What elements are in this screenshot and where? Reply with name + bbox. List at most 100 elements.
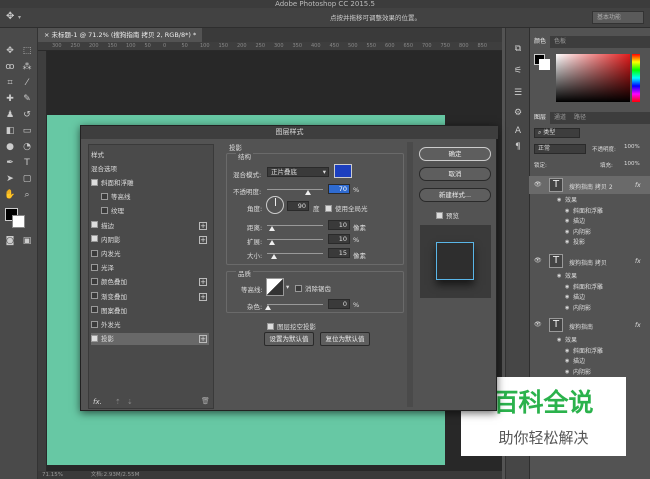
adjustments-icon[interactable]: ⚙ [511, 106, 525, 120]
noise-input[interactable]: 0 [328, 299, 350, 309]
style-checkbox[interactable] [91, 320, 98, 328]
eye-icon[interactable]: ◉ [565, 346, 569, 357]
noise-slider-handle[interactable] [265, 305, 271, 310]
layer-effect-row[interactable]: ◉ 效果 [529, 335, 650, 346]
style-checkbox[interactable] [101, 192, 108, 200]
crop-icon[interactable]: ⌗ [3, 76, 17, 90]
eye-icon[interactable]: ◉ [565, 303, 569, 314]
layer-effect-row[interactable]: ◉ 效果 [529, 271, 650, 282]
workspace-select[interactable]: 基本功能 [592, 11, 644, 24]
size-input[interactable]: 15 [328, 248, 350, 258]
style-checkbox[interactable] [91, 292, 98, 300]
tab-swatches[interactable]: 色板 [550, 36, 570, 48]
magic-wand-icon[interactable]: ⁂ [20, 60, 34, 74]
layer-effect-row[interactable]: ◉ 斜面和浮雕 [529, 346, 650, 357]
background-color[interactable] [12, 215, 25, 228]
blur-icon[interactable]: ● [3, 140, 17, 154]
layer-kind-filter[interactable]: ⌕ 类型 [534, 128, 580, 138]
eye-icon[interactable]: ◉ [565, 216, 569, 227]
gradient-icon[interactable]: ▭ [20, 124, 34, 138]
fill-value[interactable]: 100% [624, 161, 640, 167]
reset-default-button[interactable]: 复位为默认值 [320, 332, 370, 346]
style-checkbox[interactable] [101, 206, 108, 214]
fx-icon[interactable]: fx [635, 258, 641, 265]
style-checkbox[interactable] [91, 178, 98, 186]
fx-icon[interactable]: fx [635, 182, 641, 189]
style-checkbox[interactable] [91, 334, 98, 342]
layer-effect-row[interactable]: ◉ 描边 [529, 216, 650, 227]
tab-channels[interactable]: 通道 [550, 112, 570, 124]
style-item[interactable]: 图案叠加 [91, 305, 209, 317]
layer-name[interactable]: 搜狗指南 拷贝 [569, 258, 607, 267]
character-icon[interactable]: A [511, 124, 525, 138]
style-item[interactable]: 投影 + [91, 333, 209, 346]
distance-slider-handle[interactable] [269, 226, 275, 231]
layer-row[interactable]: 👁 T 搜狗指南 拷贝 2 fx [529, 176, 650, 194]
style-checkbox[interactable] [91, 277, 98, 285]
style-item[interactable]: 内阴影 + [91, 234, 209, 246]
tab-layers[interactable]: 图层 [530, 112, 551, 124]
styles-header[interactable]: 样式 [91, 149, 209, 161]
angle-input[interactable]: 90 [287, 201, 309, 211]
eye-icon[interactable]: ◉ [565, 292, 569, 303]
opacity-value[interactable]: 100% [624, 144, 640, 150]
tab-color[interactable]: 颜色 [530, 36, 551, 48]
move-icon[interactable]: ✥ [3, 44, 17, 58]
add-icon[interactable]: + [199, 292, 207, 301]
distance-slider[interactable] [267, 225, 323, 226]
eye-icon[interactable]: ◉ [565, 282, 569, 293]
cancel-button[interactable]: 取消 [419, 167, 491, 181]
style-checkbox[interactable] [91, 249, 98, 257]
hue-slider[interactable] [632, 54, 640, 102]
eye-icon[interactable]: ◉ [565, 356, 569, 367]
tab-paths[interactable]: 路径 [570, 112, 590, 124]
eyedropper-icon[interactable]: ⁄ [20, 76, 34, 90]
shape-icon[interactable]: ▢ [20, 172, 34, 186]
eye-icon[interactable]: ◉ [565, 237, 569, 248]
history-icon[interactable]: ⧉ [511, 42, 525, 56]
layer-effect-row[interactable]: ◉ 描边 [529, 292, 650, 303]
opacity-input[interactable]: 70 [328, 184, 350, 194]
style-item[interactable]: 斜面和浮雕 [91, 177, 209, 189]
style-checkbox[interactable] [91, 306, 98, 314]
make-default-button[interactable]: 设置为默认值 [264, 332, 314, 346]
move-down-icon[interactable]: ⇣ [127, 398, 133, 406]
eye-icon[interactable]: 👁 [534, 257, 542, 264]
layer-effect-row[interactable]: ◉ 内阴影 [529, 227, 650, 238]
style-item[interactable]: 外发光 [91, 319, 209, 331]
opacity-slider[interactable] [267, 189, 323, 190]
shadow-color-swatch[interactable] [334, 164, 352, 178]
add-icon[interactable]: + [199, 278, 207, 287]
layer-name[interactable]: 搜狗指南 拷贝 2 [569, 182, 613, 191]
blend-mode-select[interactable]: 正片叠底 ▾ [267, 167, 329, 177]
chevron-down-icon[interactable]: ▾ [286, 283, 289, 291]
global-light-checkbox[interactable]: 使用全局光 [325, 203, 368, 213]
contour-preview[interactable] [266, 278, 284, 296]
add-icon[interactable]: + [199, 235, 207, 244]
paragraph-icon[interactable]: ¶ [511, 140, 525, 154]
eye-icon[interactable]: ◉ [565, 206, 569, 217]
move-tool-icon[interactable]: ✥ [6, 11, 14, 22]
actions-icon[interactable]: ⚟ [511, 64, 525, 78]
style-item[interactable]: 等高线 [91, 191, 209, 203]
style-item[interactable]: 内发光 [91, 248, 209, 260]
pen-icon[interactable]: ✒ [3, 156, 17, 170]
opacity-slider-handle[interactable] [305, 190, 311, 195]
marquee-icon[interactable]: ⬚ [20, 44, 34, 58]
type-icon[interactable]: T [20, 156, 34, 170]
ok-button[interactable]: 确定 [419, 147, 491, 161]
stamp-icon[interactable]: ♟ [3, 108, 17, 122]
layer-effect-row[interactable]: ◉ 内阴影 [529, 367, 650, 378]
healing-icon[interactable]: ✚ [3, 92, 17, 106]
eye-icon[interactable]: ◉ [565, 227, 569, 238]
eraser-icon[interactable]: ◧ [3, 124, 17, 138]
eye-icon[interactable]: ◉ [557, 335, 561, 346]
style-item[interactable]: 颜色叠加 + [91, 276, 209, 288]
style-checkbox[interactable] [91, 263, 98, 271]
angle-dial[interactable] [266, 196, 284, 214]
knockout-checkbox[interactable]: 图层挖空投影 [267, 321, 316, 331]
layer-effect-row[interactable]: ◉ 描边 [529, 356, 650, 367]
preview-checkbox[interactable]: 预览 [436, 210, 459, 220]
layer-row[interactable]: 👁 T 搜狗指南 拷贝 fx [529, 252, 650, 270]
document-tab[interactable]: × 未标题-1 @ 71.2% (搜狗指南 拷贝 2, RGB/8*) * [38, 28, 203, 42]
